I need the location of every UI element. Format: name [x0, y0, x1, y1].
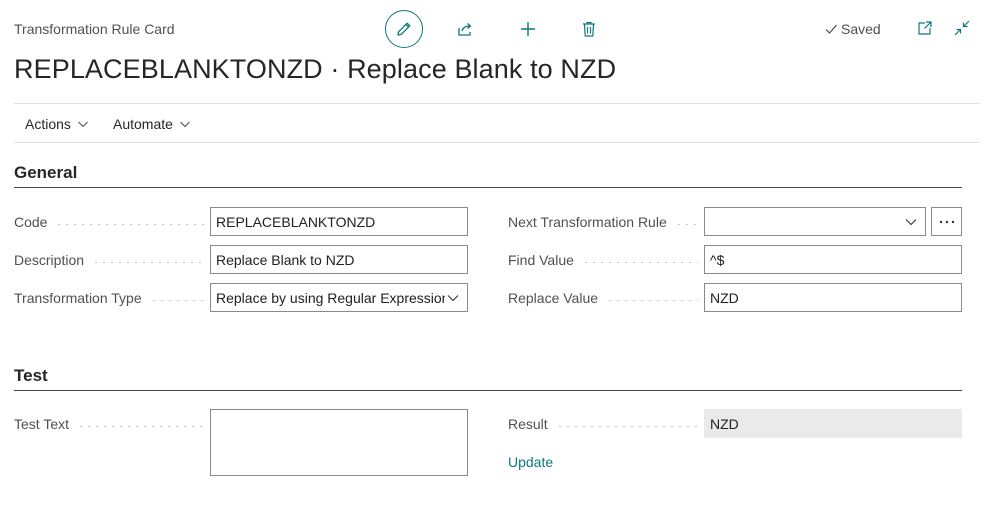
page-title: REPLACEBLANKTONZD · Replace Blank to NZD	[14, 54, 617, 84]
delete-button[interactable]	[570, 10, 608, 48]
chevron-down-icon	[78, 121, 88, 128]
general-section-title[interactable]: General	[14, 163, 77, 183]
checkmark-icon	[825, 24, 837, 34]
replace-value-field[interactable]: NZD	[704, 283, 962, 312]
transformation-type-label: Transformation Type	[14, 289, 204, 307]
saved-status: Saved	[824, 21, 881, 37]
share-icon	[458, 23, 472, 36]
test-text-field[interactable]	[210, 409, 468, 476]
collapse-icon	[954, 20, 970, 36]
lookup-more-button[interactable]	[931, 207, 962, 236]
find-value-label: Find Value	[508, 251, 698, 269]
open-in-new-window-icon	[918, 21, 932, 35]
next-transformation-rule-select[interactable]	[704, 207, 926, 236]
actions-menu-label: Actions	[25, 116, 71, 132]
code-label: Code	[14, 213, 204, 231]
collapse-button[interactable]	[951, 17, 973, 39]
trash-icon	[583, 21, 595, 37]
chevron-down-icon	[445, 290, 461, 306]
replace-value-label: Replace Value	[508, 289, 698, 307]
open-new-window-button[interactable]	[914, 17, 936, 39]
saved-label: Saved	[841, 21, 881, 37]
chevron-down-icon	[180, 121, 190, 128]
test-section-title[interactable]: Test	[14, 366, 48, 386]
transformation-type-select[interactable]: Replace by using Regular Expressions	[210, 283, 468, 312]
general-section-divider	[14, 187, 962, 188]
chevron-down-icon	[903, 214, 919, 230]
actions-menu[interactable]: Actions	[25, 116, 89, 132]
code-field[interactable]: REPLACEBLANKTONZD	[210, 207, 468, 236]
test-text-label: Test Text	[14, 415, 204, 433]
pencil-icon	[397, 22, 411, 36]
page-caption: Transformation Rule Card	[14, 21, 175, 37]
plus-icon	[521, 22, 535, 36]
description-field[interactable]: Replace Blank to NZD	[210, 245, 468, 274]
share-button[interactable]	[446, 10, 484, 48]
new-button[interactable]	[509, 10, 547, 48]
description-label: Description	[14, 251, 204, 269]
test-section-divider	[14, 390, 962, 391]
result-value: NZD	[704, 409, 962, 438]
next-transformation-rule-label: Next Transformation Rule	[508, 213, 698, 231]
edit-button[interactable]	[385, 10, 423, 48]
ellipsis-icon	[939, 220, 954, 223]
update-link[interactable]: Update	[508, 454, 553, 470]
automate-menu-label: Automate	[113, 116, 173, 132]
result-label: Result	[508, 415, 698, 433]
action-bar: Actions Automate	[14, 103, 980, 143]
find-value-field[interactable]: ^$	[704, 245, 962, 274]
automate-menu[interactable]: Automate	[113, 116, 191, 132]
